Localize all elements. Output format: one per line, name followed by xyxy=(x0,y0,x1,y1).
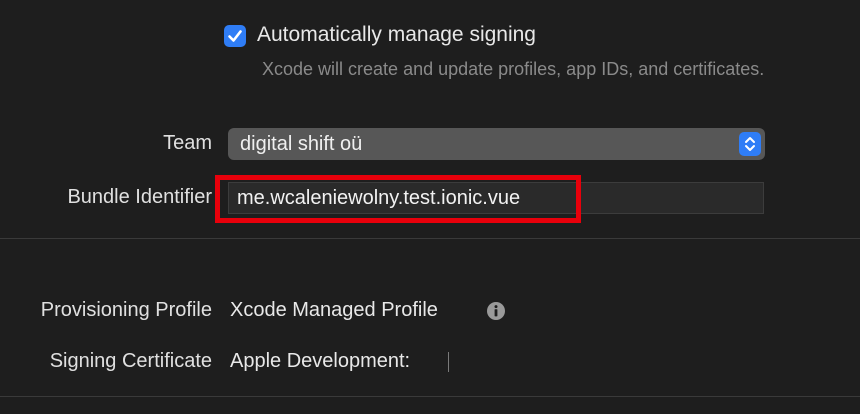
bundle-identifier-label: Bundle Identifier xyxy=(67,186,212,208)
truncation-marker xyxy=(448,352,449,372)
info-icon[interactable] xyxy=(486,301,506,321)
auto-manage-signing-description: Xcode will create and update profiles, a… xyxy=(262,59,765,79)
signing-certificate-label: Signing Certificate xyxy=(49,350,212,372)
auto-manage-signing-label[interactable]: Automatically manage signing xyxy=(257,23,536,47)
provisioning-profile-value: Xcode Managed Profile xyxy=(230,299,438,321)
chevron-up-down-icon xyxy=(739,132,761,156)
section-divider-bottom xyxy=(0,396,860,397)
auto-manage-signing-checkbox[interactable] xyxy=(224,25,246,47)
team-popup-button[interactable]: digital shift oü xyxy=(228,128,765,160)
bundle-identifier-field[interactable]: me.wcaleniewolny.test.ionic.vue xyxy=(228,182,764,214)
signing-settings-panel: Automatically manage signing Xcode will … xyxy=(0,0,860,414)
section-divider xyxy=(0,238,860,239)
checkmark-icon xyxy=(228,30,242,42)
team-label: Team xyxy=(163,132,212,154)
signing-certificate-value: Apple Development: xyxy=(230,350,411,372)
provisioning-profile-label: Provisioning Profile xyxy=(40,299,212,321)
bundle-identifier-value: me.wcaleniewolny.test.ionic.vue xyxy=(237,187,521,209)
team-value: digital shift oü xyxy=(240,133,363,155)
